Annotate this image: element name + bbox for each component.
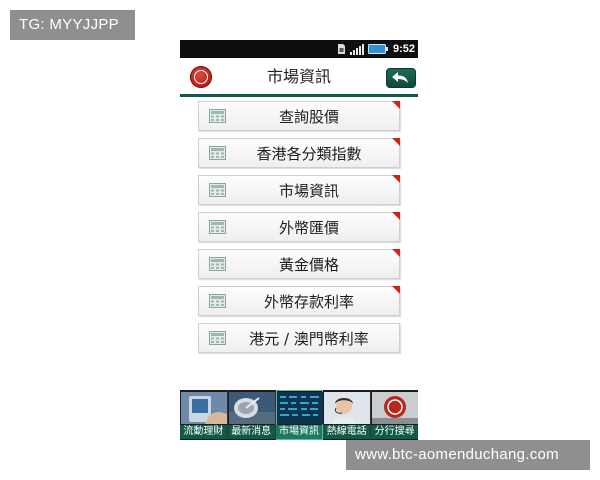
watermark-top: TG: MYYJJPP [10, 10, 135, 40]
calculator-icon [209, 294, 226, 308]
market-info-thumbnail-icon [276, 392, 323, 424]
corner-marker [392, 286, 400, 294]
menu-item-fx-rates[interactable]: 外幣匯價 [198, 212, 400, 242]
battery-icon [367, 44, 388, 54]
tab-label: 最新消息 [227, 425, 275, 439]
menu-item-hk-indices[interactable]: 香港各分類指數 [198, 138, 400, 168]
tab-mobile-banking[interactable]: 流動理財 [180, 390, 228, 440]
sim-icon [337, 44, 345, 54]
menu-item-label: 查詢股價 [278, 108, 339, 126]
menu-item-stock-quote[interactable]: 查詢股價 [198, 101, 400, 131]
calculator-icon [209, 220, 226, 234]
tab-latest-news[interactable]: 最新消息 [227, 390, 276, 440]
back-button[interactable] [386, 68, 416, 88]
title-bar: 市場資訊 [180, 58, 418, 94]
bottom-tab-bar: 流動理財 最新消息 市場資訊 熱線電話 分行搜尋 [180, 390, 419, 440]
menu-item-market-info[interactable]: 市場資訊 [198, 175, 400, 205]
market-info-menu: 查詢股價 香港各分類指數 市場資訊 外幣匯價 黃金價格 外幣存款利率 港元 / … [198, 101, 400, 360]
mobile-banking-thumbnail-icon [181, 392, 227, 424]
page: TG: MYYJJPP 9:52 市場資訊 查詢股價 香港各分類指數 市場資訊 … [0, 0, 600, 480]
calculator-icon [209, 146, 226, 160]
calculator-icon [209, 183, 226, 197]
menu-item-hkd-mop-rates[interactable]: 港元 / 澳門幣利率 [198, 323, 400, 353]
tab-market-info[interactable]: 市場資訊 [275, 390, 324, 440]
status-icons: 9:52 [337, 41, 415, 57]
latest-news-thumbnail-icon [228, 392, 275, 424]
corner-marker [392, 138, 400, 146]
menu-item-label: 港元 / 澳門幣利率 [249, 330, 369, 348]
signal-icon [349, 44, 364, 55]
bank-logo-icon [190, 66, 212, 88]
page-title: 市場資訊 [266, 67, 331, 86]
branch-search-thumbnail-icon [372, 392, 419, 424]
hotline-thumbnail-icon [324, 392, 371, 424]
corner-marker [392, 101, 400, 109]
menu-item-label: 外幣匯價 [278, 219, 339, 237]
watermark-bottom: www.btc-aomenduchang.com [346, 440, 590, 470]
calculator-icon [209, 257, 226, 271]
menu-item-label: 外幣存款利率 [263, 293, 354, 311]
status-time: 9:52 [392, 43, 415, 55]
tab-label: 熱線電話 [323, 425, 371, 439]
corner-marker [392, 175, 400, 183]
phone-screen: 9:52 市場資訊 查詢股價 香港各分類指數 市場資訊 外幣匯價 黃金價格 外幣… [180, 40, 419, 440]
corner-marker [392, 212, 400, 220]
calculator-icon [209, 109, 226, 123]
title-divider [180, 94, 418, 97]
corner-marker [392, 249, 400, 257]
menu-item-label: 香港各分類指數 [256, 145, 362, 163]
tab-label: 流動理財 [180, 425, 227, 439]
status-bar: 9:52 [180, 40, 418, 58]
calculator-icon [209, 331, 226, 345]
tab-hotline[interactable]: 熱線電話 [323, 390, 372, 440]
menu-item-label: 市場資訊 [278, 182, 339, 200]
tab-label: 市場資訊 [275, 425, 323, 439]
menu-item-gold-price[interactable]: 黃金價格 [198, 249, 400, 279]
tab-label: 分行搜尋 [371, 425, 418, 439]
tab-branch-search[interactable]: 分行搜尋 [371, 390, 419, 440]
menu-item-fx-deposit-rates[interactable]: 外幣存款利率 [198, 286, 400, 316]
back-arrow-icon [392, 72, 408, 83]
menu-item-label: 黃金價格 [278, 256, 339, 274]
